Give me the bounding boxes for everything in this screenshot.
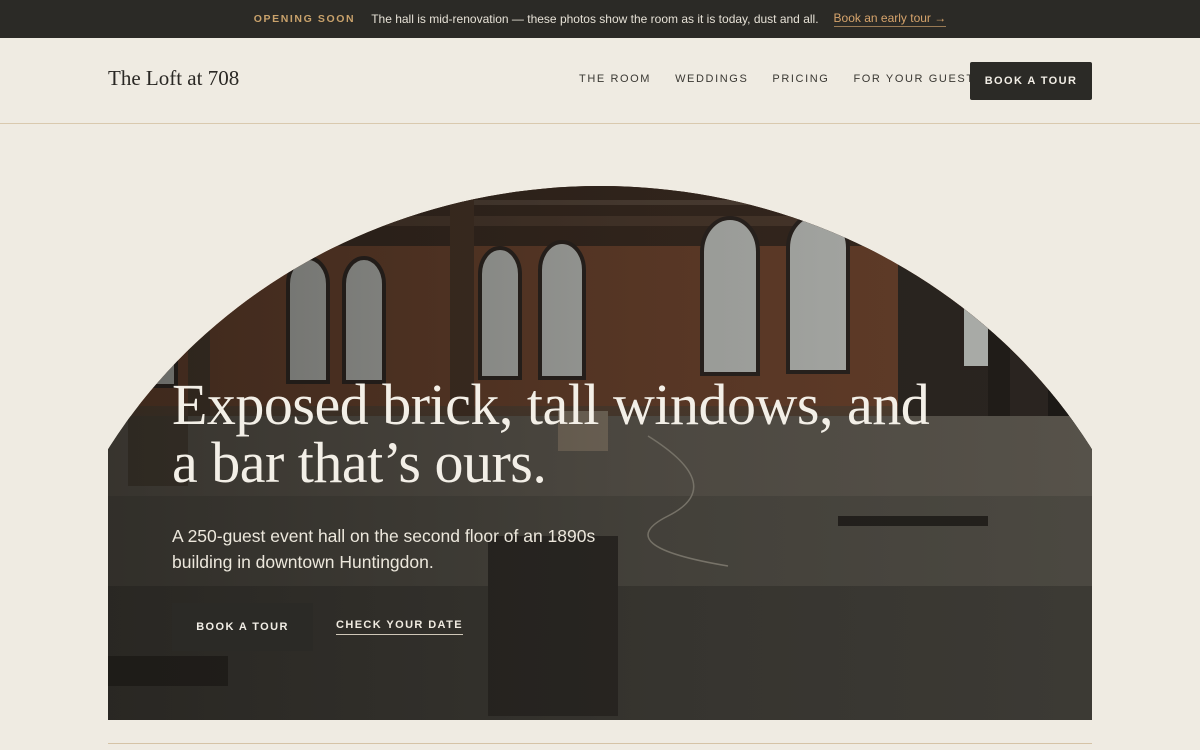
nav-weddings[interactable]: WEDDINGS <box>675 73 748 85</box>
brand-logo[interactable]: The Loft at 708 <box>108 66 239 91</box>
nav-the-room[interactable]: THE ROOM <box>579 73 651 85</box>
announcement-bar: OPENING SOON The hall is mid-renovation … <box>0 0 1200 38</box>
hero-book-tour-button[interactable]: BOOK A TOUR <box>172 603 313 651</box>
nav-for-your-guests[interactable]: FOR YOUR GUESTS <box>853 73 983 85</box>
nav-pricing[interactable]: PRICING <box>772 73 829 85</box>
hero-headline: Exposed brick, tall windows, and a bar t… <box>172 372 930 495</box>
announcement-message: The hall is mid-renovation — these photo… <box>371 12 819 26</box>
section-divider <box>108 743 1092 744</box>
header-book-tour-button[interactable]: BOOK A TOUR <box>970 62 1092 100</box>
main-nav: THE ROOM WEDDINGS PRICING FOR YOUR GUEST… <box>579 73 984 85</box>
announcement-kicker: OPENING SOON <box>253 13 356 25</box>
check-your-date-link[interactable]: CHECK YOUR DATE <box>336 619 463 635</box>
hero-subhead: A 250-guest event hall on the second flo… <box>172 526 596 572</box>
hero-section: Exposed brick, tall windows, and a bar t… <box>108 186 1092 720</box>
site-header: The Loft at 708 THE ROOM WEDDINGS PRICIN… <box>0 38 1200 124</box>
early-tour-link[interactable]: Book an early tour → <box>833 11 947 27</box>
